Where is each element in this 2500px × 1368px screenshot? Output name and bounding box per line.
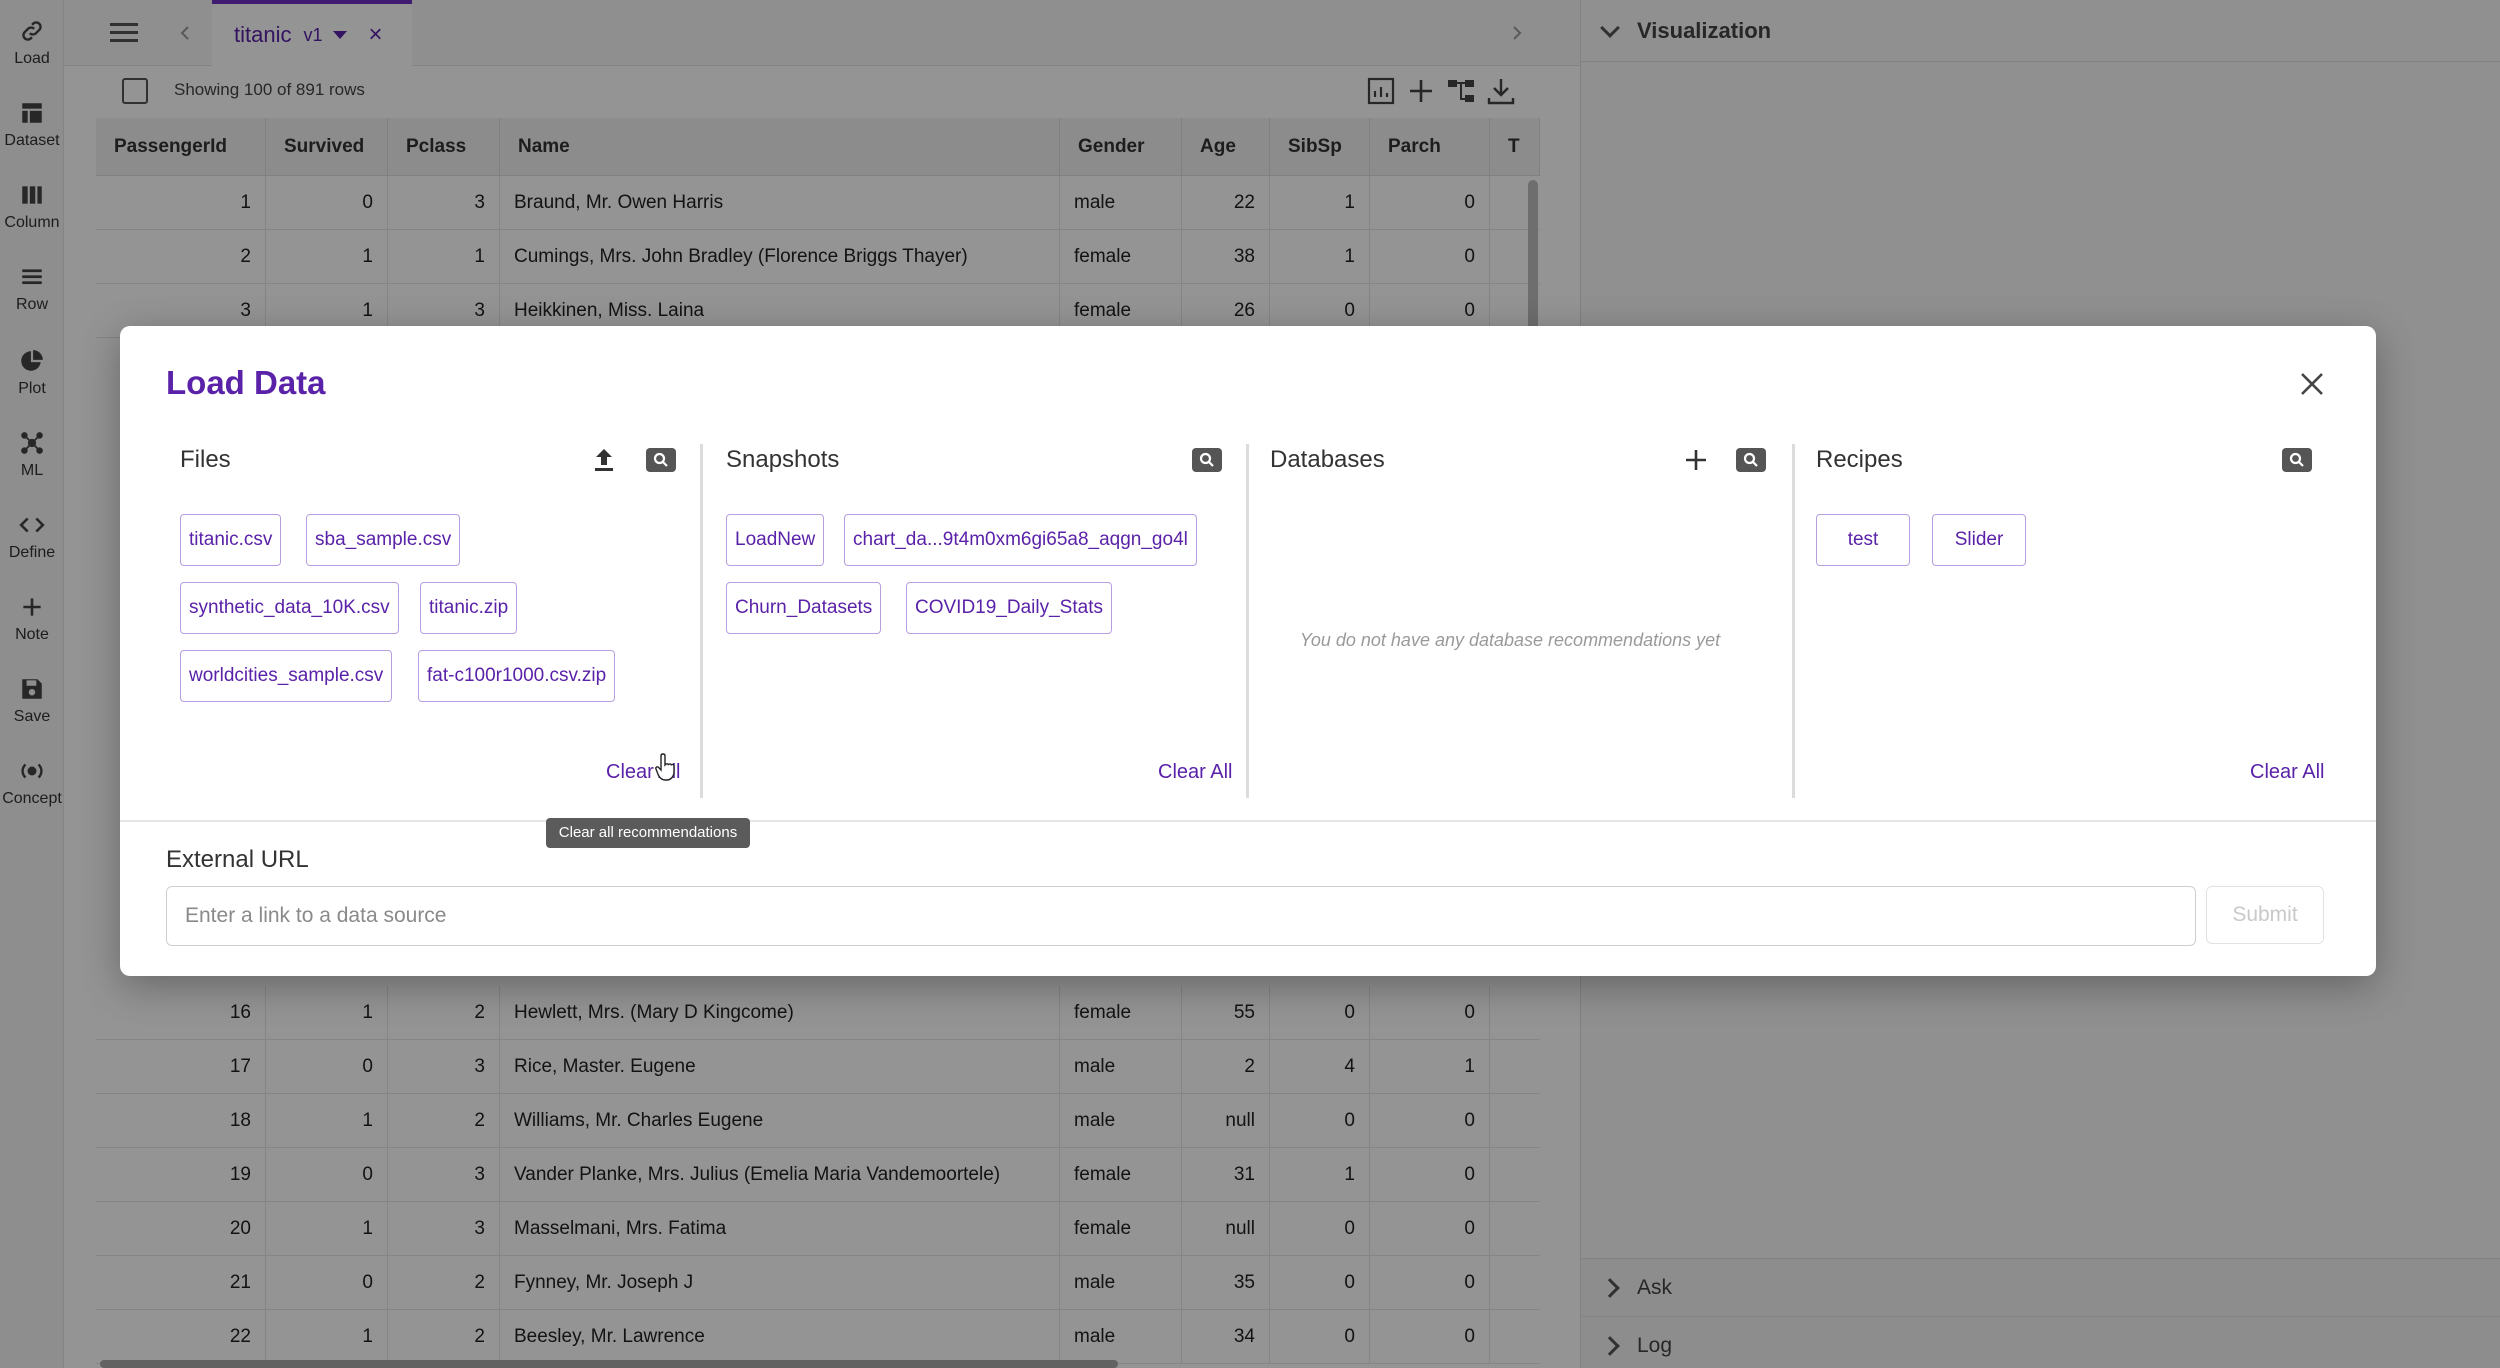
- search-recipes-button[interactable]: [2282, 444, 2314, 476]
- recipes-title: Recipes: [1816, 446, 1903, 473]
- file-chip[interactable]: titanic.csv: [180, 514, 282, 566]
- external-url-label: External URL: [166, 846, 309, 873]
- recipe-chip[interactable]: test: [1816, 514, 1910, 566]
- search-icon: [1736, 448, 1766, 472]
- search-icon: [1192, 448, 1222, 472]
- search-icon: [646, 448, 676, 472]
- dialog-title: Load Data: [166, 364, 326, 401]
- section-divider: [1246, 444, 1249, 798]
- dialog-divider: [120, 820, 2376, 822]
- databases-section: Databases You do not have any database r…: [1256, 440, 1796, 790]
- databases-title: Databases: [1270, 446, 1385, 473]
- load-data-dialog: Load Data Files titanic.csv sba_sample.c…: [120, 326, 2376, 976]
- search-snapshots-button[interactable]: [1192, 444, 1224, 476]
- file-chip[interactable]: sba_sample.csv: [306, 514, 461, 566]
- empty-databases-message: You do not have any database recommendat…: [1299, 630, 1721, 650]
- snapshots-section: Snapshots LoadNew chart_da...9t4m0xm6gi6…: [712, 440, 1252, 790]
- file-chip[interactable]: titanic.zip: [420, 582, 518, 634]
- file-chip[interactable]: worldcities_sample.csv: [180, 650, 393, 702]
- snapshot-chip[interactable]: LoadNew: [726, 514, 825, 566]
- section-divider: [1792, 444, 1795, 798]
- file-chip[interactable]: fat-c100r1000.csv.zip: [418, 650, 616, 702]
- search-icon: [2282, 448, 2312, 472]
- external-url-input[interactable]: [166, 886, 2196, 946]
- search-files-button[interactable]: [646, 444, 678, 476]
- files-section: Files titanic.csv sba_sample.csv synthet…: [166, 440, 806, 790]
- search-databases-button[interactable]: [1736, 444, 1768, 476]
- recipe-chip[interactable]: Slider: [1932, 514, 2026, 566]
- close-icon[interactable]: [2296, 368, 2328, 400]
- hand-cursor-icon: [655, 753, 675, 781]
- clear-all-tooltip: Clear all recommendations: [546, 818, 750, 848]
- snapshot-chip[interactable]: COVID19_Daily_Stats: [906, 582, 1112, 634]
- snapshot-chip[interactable]: Churn_Datasets: [726, 582, 882, 634]
- snapshots-title: Snapshots: [726, 446, 840, 473]
- recipes-section: Recipes test Slider Clear All: [1802, 440, 2342, 790]
- file-chip[interactable]: synthetic_data_10K.csv: [180, 582, 399, 634]
- add-database-icon[interactable]: [1680, 444, 1712, 476]
- clear-all-snapshots-button[interactable]: Clear All: [1158, 761, 1232, 784]
- clear-all-recipes-button[interactable]: Clear All: [2250, 761, 2324, 784]
- section-divider: [700, 444, 703, 798]
- upload-icon[interactable]: [588, 444, 620, 476]
- files-title: Files: [180, 446, 231, 473]
- snapshot-chip[interactable]: chart_da...9t4m0xm6gi65a8_aqgn_go4l: [844, 514, 1197, 566]
- submit-button[interactable]: Submit: [2206, 886, 2324, 944]
